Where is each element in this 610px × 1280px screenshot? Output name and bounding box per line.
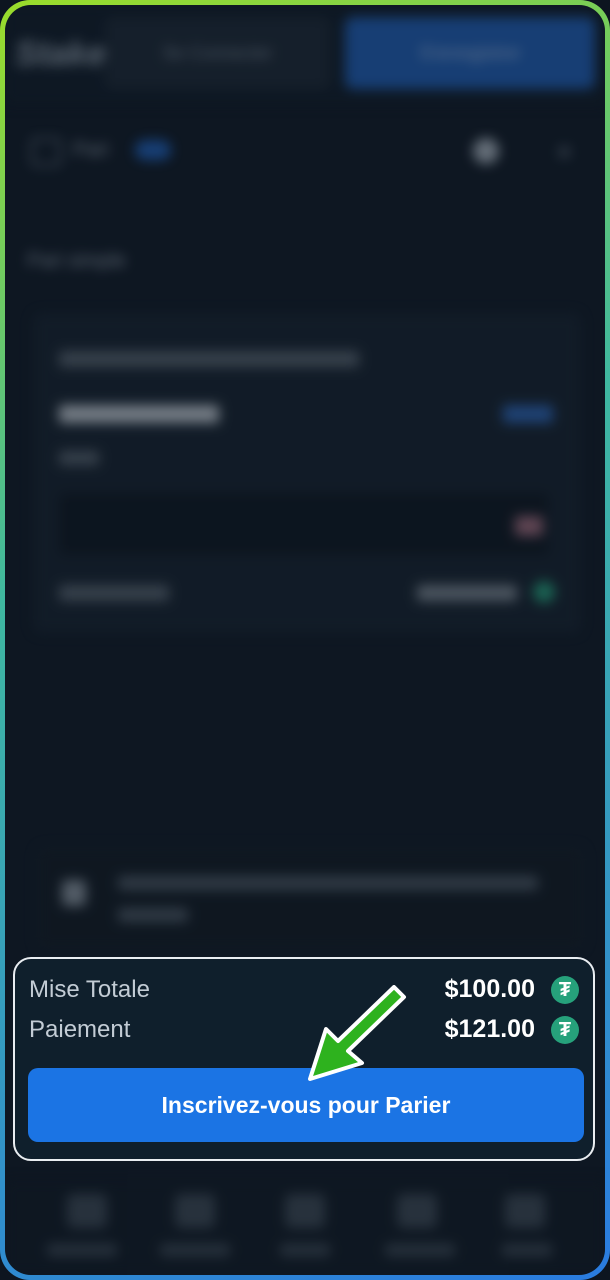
currency-flag-icon [515, 516, 543, 536]
event-name [59, 351, 359, 367]
stake-input[interactable] [59, 493, 549, 555]
close-icon[interactable]: ✕ [555, 140, 573, 166]
nav-chat-label [502, 1244, 552, 1256]
market-name [59, 451, 99, 465]
payout-label: Paiement [29, 1016, 131, 1043]
notice-text [118, 876, 538, 890]
pointer-arrow-icon [308, 985, 406, 1081]
bottom-nav [5, 1180, 605, 1275]
nav-sports-label [385, 1244, 455, 1256]
nav-casino-label [160, 1244, 230, 1256]
nav-casino-icon[interactable] [175, 1194, 215, 1228]
selection-odds [503, 405, 553, 423]
nav-chat-icon[interactable] [505, 1194, 545, 1228]
tether-icon [533, 581, 555, 603]
bet-card [33, 313, 581, 633]
selection-name [59, 405, 219, 423]
nav-bets-icon[interactable] [285, 1194, 325, 1228]
notice-text-line2 [118, 908, 188, 922]
payout-value: $121.00 [444, 1015, 535, 1043]
nav-sports-icon[interactable] [397, 1194, 437, 1228]
betslip-header: Pari ✕ [25, 130, 585, 170]
lock-icon [62, 880, 86, 906]
login-notice [37, 847, 584, 949]
betslip-icon [31, 138, 61, 166]
register-button[interactable]: S'enregistrer [345, 17, 595, 89]
total-stake-value: $100.00 [444, 975, 535, 1003]
nav-browse-label [47, 1244, 117, 1256]
payout-value [417, 585, 517, 601]
total-stake-label: Mise Totale [29, 976, 150, 1003]
tether-icon: ₮ [551, 976, 579, 1004]
tether-icon: ₮ [551, 1016, 579, 1044]
top-bar: Stake Se Connecter S'enregistrer [5, 5, 605, 105]
login-button[interactable]: Se Connecter [105, 17, 330, 89]
bet-type-label: Pari simple [27, 250, 126, 272]
betslip-title: Pari [73, 139, 109, 161]
nav-bets-label [280, 1244, 330, 1256]
payout-label [59, 585, 169, 601]
nav-browse-icon[interactable] [67, 1194, 107, 1228]
settings-icon[interactable] [473, 138, 499, 164]
betslip-count-badge [135, 140, 171, 160]
logo: Stake [15, 35, 106, 73]
